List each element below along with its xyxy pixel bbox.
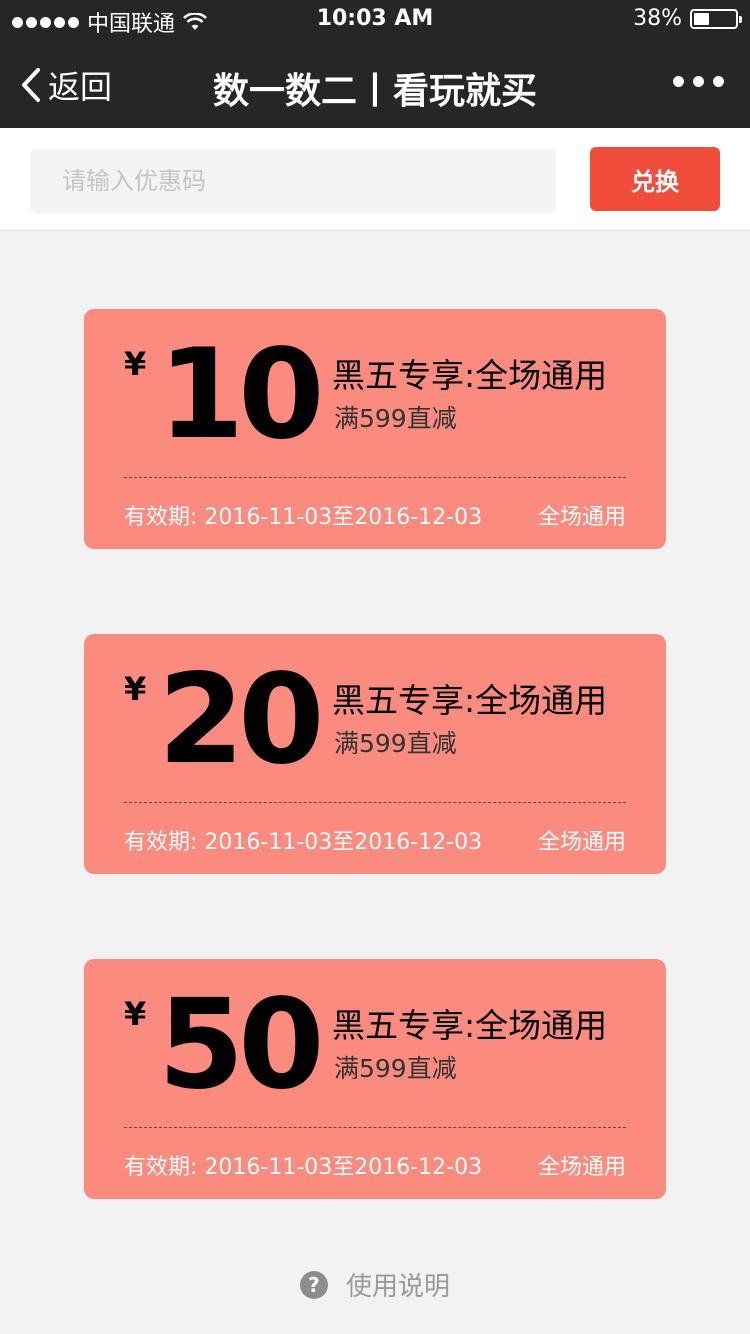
coupon-currency: ¥ — [124, 995, 147, 1033]
coupon-currency: ¥ — [124, 670, 147, 708]
question-circle-icon: ? — [299, 1270, 328, 1299]
battery-fill — [694, 12, 709, 25]
coupon-divider — [124, 802, 626, 803]
coupon-title: 黑五专享:全场通用 — [332, 356, 608, 395]
more-button[interactable] — [673, 76, 724, 87]
coupon-validity: 有效期: 2016-11-03至2016-12-03 — [124, 1155, 483, 1180]
status-bar: 中国联通 10:03 AM 38% — [0, 0, 750, 40]
usage-instructions-label: 使用说明 — [345, 1272, 450, 1302]
coupon-currency: ¥ — [124, 345, 147, 383]
coupon-scope: 全场通用 — [537, 1155, 626, 1180]
battery-icon — [690, 8, 742, 29]
coupon-validity: 有效期: 2016-11-03至2016-12-03 — [124, 830, 483, 855]
coupon-condition: 满599直减 — [334, 1054, 457, 1083]
page-title: 数一数二丨看玩就买 — [212, 71, 537, 112]
usage-instructions-link[interactable]: ? 使用说明 — [0, 1266, 750, 1303]
coupon-amount: 20 — [158, 648, 325, 792]
coupon-title: 黑五专享:全场通用 — [332, 681, 608, 720]
more-dots-icon — [673, 76, 684, 87]
coupon-divider — [124, 477, 626, 478]
redeem-button[interactable]: 兑换 — [590, 147, 720, 211]
battery-percent: 38% — [633, 6, 682, 31]
coupon-condition: 满599直减 — [334, 729, 457, 758]
coupon-card[interactable]: ¥ 10 黑五专享:全场通用 满599直减 有效期: 2016-11-03至20… — [84, 309, 666, 549]
redeem-bar: 兑换 — [0, 128, 750, 231]
coupon-condition: 满599直减 — [334, 404, 457, 433]
coupon-scope: 全场通用 — [537, 505, 626, 530]
coupon-card[interactable]: ¥ 50 黑五专享:全场通用 满599直减 有效期: 2016-11-03至20… — [84, 959, 666, 1199]
status-right: 38% — [633, 6, 742, 31]
nav-bar: 返回 数一数二丨看玩就买 — [0, 40, 750, 128]
coupon-amount: 10 — [158, 323, 325, 467]
coupon-title: 黑五专享:全场通用 — [332, 1006, 608, 1045]
coupon-code-input[interactable] — [30, 149, 556, 213]
coupon-divider — [124, 1127, 626, 1128]
coupon-validity: 有效期: 2016-11-03至2016-12-03 — [124, 505, 483, 530]
coupon-scope: 全场通用 — [537, 830, 626, 855]
coupon-amount: 50 — [158, 973, 325, 1117]
coupon-card[interactable]: ¥ 20 黑五专享:全场通用 满599直减 有效期: 2016-11-03至20… — [84, 634, 666, 874]
